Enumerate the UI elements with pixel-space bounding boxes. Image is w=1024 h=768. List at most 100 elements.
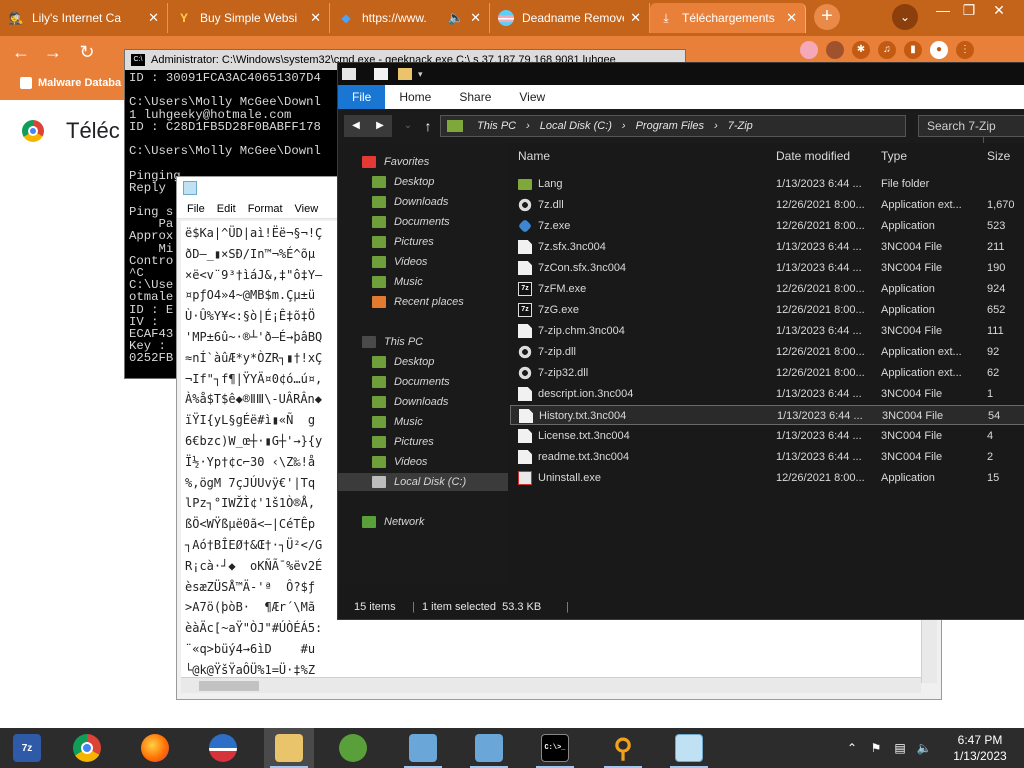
restore-icon[interactable]: ❐ xyxy=(956,0,982,20)
minimize-icon[interactable]: — xyxy=(930,0,956,20)
file-row[interactable]: 7z 7zFM.exe 12/26/2021 8:00... Application 9… xyxy=(510,279,1024,299)
column-header-type[interactable]: Type xyxy=(881,149,907,163)
tab-audio-icon[interactable]: 🔈 xyxy=(448,10,464,26)
taskbar-remote-1[interactable] xyxy=(398,728,448,768)
nav-this-pc-item[interactable]: Videos xyxy=(338,453,427,471)
bookmark-malware-database[interactable]: Malware Databa xyxy=(20,77,121,89)
file-row[interactable]: 7z.dll 12/26/2021 8:00... Application ext.… xyxy=(510,195,1024,215)
chevron-down-icon[interactable]: ▾ xyxy=(418,68,426,80)
taskbar-chrome[interactable] xyxy=(62,728,112,768)
tab-buy-simple-website[interactable]: Y Buy Simple Websi ✕ xyxy=(168,3,330,33)
tab-https-www[interactable]: ◆ https://www. 🔈 ✕ xyxy=(330,3,490,33)
menu-view[interactable]: View xyxy=(295,199,319,218)
nav-favorite-item[interactable]: Downloads xyxy=(338,193,448,211)
media-icon[interactable]: ♫ xyxy=(878,41,896,59)
file-row[interactable]: descript.ion.3nc004 1/13/2023 6:44 ... 3NC… xyxy=(510,384,1024,404)
properties-icon[interactable] xyxy=(374,68,388,80)
explorer-title-bar[interactable]: ▾ xyxy=(338,63,1024,85)
file-explorer-window[interactable]: ▾ File Home Share View ◀ ▶ ⌄ ↑ This PC ›… xyxy=(337,62,1024,620)
nav-favorite-item[interactable]: Music xyxy=(338,273,423,291)
avatar-icon[interactable] xyxy=(826,41,844,59)
file-row[interactable]: 7z.exe 12/26/2021 8:00... Application 523 xyxy=(510,216,1024,236)
nav-network[interactable]: Network xyxy=(338,513,424,531)
taskbar-network[interactable] xyxy=(328,728,378,768)
menu-file[interactable]: File xyxy=(187,199,205,218)
taskbar-7-zip[interactable]: 7z xyxy=(2,728,52,768)
breadcrumb-7-zip[interactable]: 7-Zip xyxy=(728,116,753,136)
flag-icon[interactable]: ⚑ xyxy=(866,728,886,768)
address-bar[interactable]: This PC › Local Disk (C:) › Program File… xyxy=(440,115,1001,144)
file-row[interactable]: Uninstall.exe 12/26/2021 8:00... Applicati… xyxy=(510,468,1024,488)
volume-icon[interactable]: 🔈 xyxy=(914,728,934,768)
taskbar-clock[interactable]: 6:47 PM 1/13/2023 xyxy=(942,732,1018,764)
nav-favorite-item[interactable]: Desktop xyxy=(338,173,434,191)
file-row[interactable]: 7-zip.chm.3nc004 1/13/2023 6:44 ... 3NC004… xyxy=(510,321,1024,341)
puzzle-icon[interactable]: ✱ xyxy=(852,41,870,59)
tab-lilys-internet[interactable]: 🕵 Lily's Internet Ca ✕ xyxy=(0,3,168,33)
column-header-name[interactable]: Name xyxy=(518,149,550,163)
file-row[interactable]: 7-zip32.dll 12/26/2021 8:00... Application… xyxy=(510,363,1024,383)
nav-this-pc-item[interactable]: Local Disk (C:) xyxy=(338,473,508,491)
nav-this-pc-item[interactable]: Documents xyxy=(338,373,450,391)
forward-arrow-icon[interactable]: → xyxy=(42,42,64,64)
taskbar-notepad[interactable] xyxy=(664,728,714,768)
menu-format[interactable]: Format xyxy=(248,199,283,218)
nav-favorite-item[interactable]: Documents xyxy=(338,213,450,231)
column-header-date-modified[interactable]: Date modified xyxy=(776,149,850,163)
nav-favorite-item[interactable]: Pictures xyxy=(338,233,434,251)
file-row[interactable]: 7z.sfx.3nc004 1/13/2023 6:44 ... 3NC004 Fi… xyxy=(510,237,1024,257)
breadcrumb-program-files[interactable]: Program Files xyxy=(636,116,704,136)
up-arrow-icon[interactable]: ↑ xyxy=(416,115,440,137)
column-header-size[interactable]: Size xyxy=(987,149,1010,163)
tab-close-icon[interactable]: ✕ xyxy=(630,10,641,26)
tab-search-chevron-icon[interactable]: ⌄ xyxy=(892,4,918,30)
nav-this-pc-item[interactable]: Desktop xyxy=(338,353,434,371)
file-row[interactable]: History.txt.3nc004 1/13/2023 6:44 ... 3NC0… xyxy=(510,405,1024,425)
scrollbar-thumb[interactable] xyxy=(199,681,259,691)
ribbon-tab-view[interactable]: View xyxy=(505,85,559,109)
taskbar-file-explorer[interactable] xyxy=(264,728,314,768)
new-folder-icon[interactable] xyxy=(398,68,412,80)
back-arrow-icon[interactable]: ◀ xyxy=(344,115,368,137)
forward-arrow-icon[interactable]: ▶ xyxy=(368,115,392,137)
tab-deadname-remover[interactable]: Deadname Remove ✕ xyxy=(490,3,650,33)
ribbon-tab-home[interactable]: Home xyxy=(385,85,445,109)
menu-icon[interactable]: ⋮ xyxy=(956,41,974,59)
sidebar-icon[interactable]: ▮ xyxy=(904,41,922,59)
taskbar-cmd[interactable]: C:\>_ xyxy=(530,728,580,768)
tab-close-icon[interactable]: ✕ xyxy=(470,10,481,26)
file-row[interactable]: readme.txt.3nc004 1/13/2023 6:44 ... 3NC00… xyxy=(510,447,1024,467)
menu-edit[interactable]: Edit xyxy=(217,199,236,218)
tab-close-icon[interactable]: ✕ xyxy=(310,10,321,26)
tab-telechargements[interactable]: ⤓ Téléchargements ✕ xyxy=(650,3,806,33)
nav-favorite-item[interactable]: Recent places xyxy=(338,293,464,311)
nav-favorites[interactable]: Favorites xyxy=(338,153,429,171)
reload-icon[interactable]: ↻ xyxy=(76,42,98,64)
taskbar-remote-2[interactable] xyxy=(464,728,514,768)
trans-flag-icon[interactable] xyxy=(800,41,818,59)
taskbar-search[interactable]: ⚲ xyxy=(598,728,648,768)
notepad-horizontal-scrollbar[interactable] xyxy=(181,677,921,693)
file-row[interactable]: License.txt.3nc004 1/13/2023 6:44 ... 3NC0… xyxy=(510,426,1024,446)
nav-this-pc-item[interactable]: Music xyxy=(338,413,423,431)
breadcrumb-local-disk[interactable]: Local Disk (C:) xyxy=(540,116,612,136)
tray-chevron-up-icon[interactable]: ⌃ xyxy=(842,728,862,768)
network-icon[interactable]: ▤ xyxy=(890,728,910,768)
ribbon-tab-file[interactable]: File xyxy=(338,85,386,109)
file-row[interactable]: Lang 1/13/2023 6:44 ... File folder xyxy=(510,174,1024,194)
new-tab-button[interactable]: + xyxy=(814,4,840,30)
file-row[interactable]: 7z 7zG.exe 12/26/2021 8:00... Application 65… xyxy=(510,300,1024,320)
nav-this-pc-item[interactable]: Pictures xyxy=(338,433,434,451)
nav-this-pc[interactable]: This PC xyxy=(338,333,423,351)
search-input[interactable]: Search 7-Zip xyxy=(918,115,1024,137)
file-row[interactable]: 7-zip.dll 12/26/2021 8:00... Application e… xyxy=(510,342,1024,362)
file-row[interactable]: 7zCon.sfx.3nc004 1/13/2023 6:44 ... 3NC004… xyxy=(510,258,1024,278)
nav-this-pc-item[interactable]: Downloads xyxy=(338,393,448,411)
ribbon-tab-share[interactable]: Share xyxy=(445,85,505,109)
profile-icon[interactable]: ● xyxy=(930,41,948,59)
tab-close-icon[interactable]: ✕ xyxy=(786,10,797,26)
breadcrumb-this-pc[interactable]: This PC xyxy=(477,116,516,136)
back-arrow-icon[interactable]: ← xyxy=(10,42,32,64)
taskbar-obama[interactable] xyxy=(198,728,248,768)
taskbar-firefox[interactable] xyxy=(130,728,180,768)
